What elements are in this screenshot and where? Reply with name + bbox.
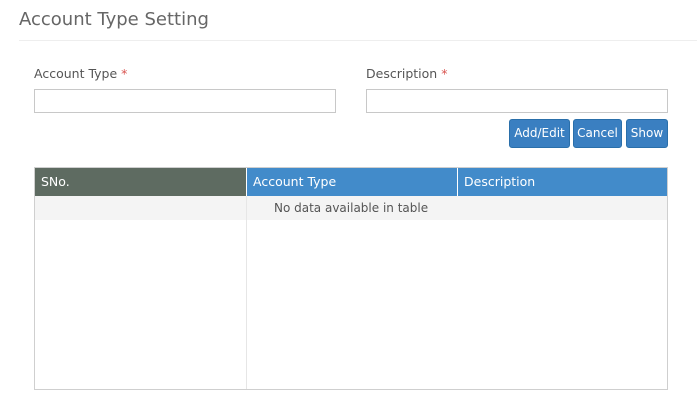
show-button[interactable]: Show (626, 119, 668, 148)
account-type-table: SNo. Account Type Description No data av… (34, 167, 668, 390)
description-required-mark: * (441, 66, 448, 81)
column-header-description[interactable]: Description (457, 168, 667, 196)
table-empty-row: No data available in table (35, 196, 667, 220)
description-label: Description * (366, 66, 447, 81)
account-type-required-mark: * (121, 66, 128, 81)
account-type-label: Account Type * (34, 66, 127, 81)
description-input[interactable] (366, 89, 668, 113)
add-edit-button[interactable]: Add/Edit (509, 119, 570, 148)
column-divider (246, 196, 247, 389)
cancel-button[interactable]: Cancel (573, 119, 622, 148)
title-divider (19, 40, 697, 41)
table-header: SNo. Account Type Description (35, 168, 667, 196)
empty-table-message: No data available in table (274, 201, 429, 215)
account-type-setting-page: Account Type Setting Account Type * Descr… (0, 0, 697, 404)
page-title: Account Type Setting (19, 9, 209, 30)
account-type-input[interactable] (34, 89, 336, 113)
description-label-text: Description (366, 66, 438, 81)
account-type-label-text: Account Type (34, 66, 118, 81)
column-header-account-type[interactable]: Account Type (246, 168, 457, 196)
column-header-sno[interactable]: SNo. (35, 168, 246, 196)
